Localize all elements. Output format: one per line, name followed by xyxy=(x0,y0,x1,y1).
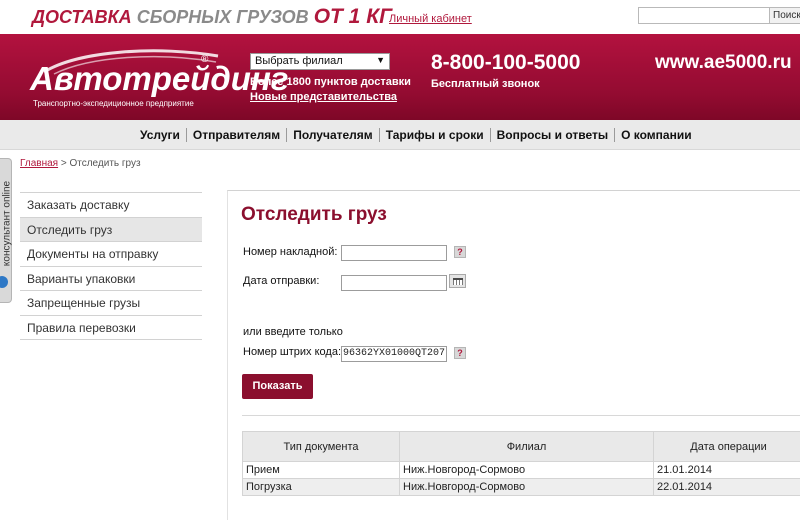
search-button[interactable]: Поиск xyxy=(770,7,800,24)
barcode-input[interactable]: 96362YX01000QT207 xyxy=(341,346,447,362)
barcode-help-button[interactable]: ? xyxy=(454,347,466,359)
invoice-help-button[interactable]: ? xyxy=(454,246,466,258)
table-header-row: Тип документа Филиал Дата операции xyxy=(242,431,800,462)
cell-doc-type: Прием xyxy=(242,461,400,479)
nav-item-recipients[interactable]: Получателям xyxy=(287,128,380,142)
branch-select-value: Выбрать филиал xyxy=(255,55,343,67)
divider xyxy=(242,415,800,416)
sidebar-item-packaging[interactable]: Варианты упаковки xyxy=(20,267,202,291)
site-address: www.ae5000.ru xyxy=(655,52,792,73)
table-row: Погрузка Ниж.Новгород-Сормово 22.01.2014 xyxy=(242,478,800,496)
header-doc-type: Тип документа xyxy=(242,431,400,462)
site-header: Автотрейдинг ® Транспортно-экспедиционно… xyxy=(0,34,800,120)
nav-item-tariffs[interactable]: Тарифы и сроки xyxy=(380,128,491,142)
phone-note: Бесплатный звонок xyxy=(431,78,540,90)
invoice-number-input[interactable] xyxy=(341,245,447,261)
nav-item-faq[interactable]: Вопросы и ответы xyxy=(491,128,616,142)
dropdown-arrow-icon: ▼ xyxy=(376,55,385,65)
sidebar-item-order-delivery[interactable]: Заказать доставку xyxy=(20,193,202,218)
nav-item-about[interactable]: О компании xyxy=(615,128,698,142)
cell-branch: Ниж.Новгород-Сормово xyxy=(399,461,654,479)
cell-doc-type: Погрузка xyxy=(242,478,400,496)
header-operation-date: Дата операции xyxy=(653,431,800,462)
sidebar-item-prohibited[interactable]: Запрещенные грузы xyxy=(20,291,202,316)
sidebar-menu: Заказать доставку Отследить груз Докумен… xyxy=(20,192,202,340)
date-input[interactable] xyxy=(341,275,447,291)
promo-part-2: СБОРНЫХ ГРУЗОВ xyxy=(136,7,309,27)
nav-item-senders[interactable]: Отправителям xyxy=(187,128,288,142)
table-row: Прием Ниж.Новгород-Сормово 21.01.2014 xyxy=(242,461,800,479)
page-title: Отследить груз xyxy=(241,204,387,225)
new-offices-link[interactable]: Новые представительства xyxy=(250,91,397,103)
sidebar-item-documents[interactable]: Документы на отправку xyxy=(20,242,202,267)
calendar-button[interactable] xyxy=(449,274,466,288)
cell-date: 22.01.2014 xyxy=(653,478,800,496)
sidebar-item-rules[interactable]: Правила перевозки xyxy=(20,316,202,340)
sidebar-item-track-cargo[interactable]: Отследить груз xyxy=(20,217,202,242)
promo-part-3: ОТ 1 КГ xyxy=(313,5,392,28)
main-nav: Услуги Отправителям Получателям Тарифы и… xyxy=(0,120,800,150)
promo-part-1: ДОСТАВКА xyxy=(32,7,132,27)
cell-branch: Ниж.Новгород-Сормово xyxy=(399,478,654,496)
delivery-points-text: Более 1800 пунктов доставки xyxy=(250,76,411,88)
breadcrumb-home[interactable]: Главная xyxy=(20,158,58,169)
logo-registered-mark: ® xyxy=(201,54,209,65)
or-text: или введите только xyxy=(243,326,343,338)
site-search-input[interactable] xyxy=(638,7,770,24)
calendar-icon xyxy=(453,278,463,285)
nav-item-services[interactable]: Услуги xyxy=(130,128,187,142)
branch-select[interactable]: Выбрать филиал ▼ xyxy=(250,53,390,70)
header-branch: Филиал xyxy=(399,431,654,462)
main-content: Отследить груз Номер накладной: ? Дата о… xyxy=(227,190,800,520)
top-strip: ДОСТАВКА СБОРНЫХ ГРУЗОВ ОТ 1 КГ Личный к… xyxy=(0,0,800,34)
invoice-label: Номер накладной: xyxy=(243,246,338,258)
promo-banner: ДОСТАВКА СБОРНЫХ ГРУЗОВ ОТ 1 КГ xyxy=(32,5,392,29)
barcode-label: Номер штрих кода: xyxy=(243,346,342,358)
personal-cabinet-link[interactable]: Личный кабинет xyxy=(389,13,472,25)
results-table: Тип документа Филиал Дата операции Прием… xyxy=(242,431,800,496)
online-consultant-label: консультант online xyxy=(1,180,13,267)
breadcrumb-separator: > xyxy=(60,158,67,169)
date-label: Дата отправки: xyxy=(243,275,320,287)
show-button[interactable]: Показать xyxy=(242,374,313,399)
phone-number: 8-800-100-5000 xyxy=(431,51,581,74)
logo-tagline: Транспортно-экспедиционное предприятие xyxy=(33,99,194,108)
breadcrumb: Главная > Отследить груз xyxy=(20,158,141,169)
breadcrumb-current: Отследить груз xyxy=(69,158,141,169)
cell-date: 21.01.2014 xyxy=(653,461,800,479)
